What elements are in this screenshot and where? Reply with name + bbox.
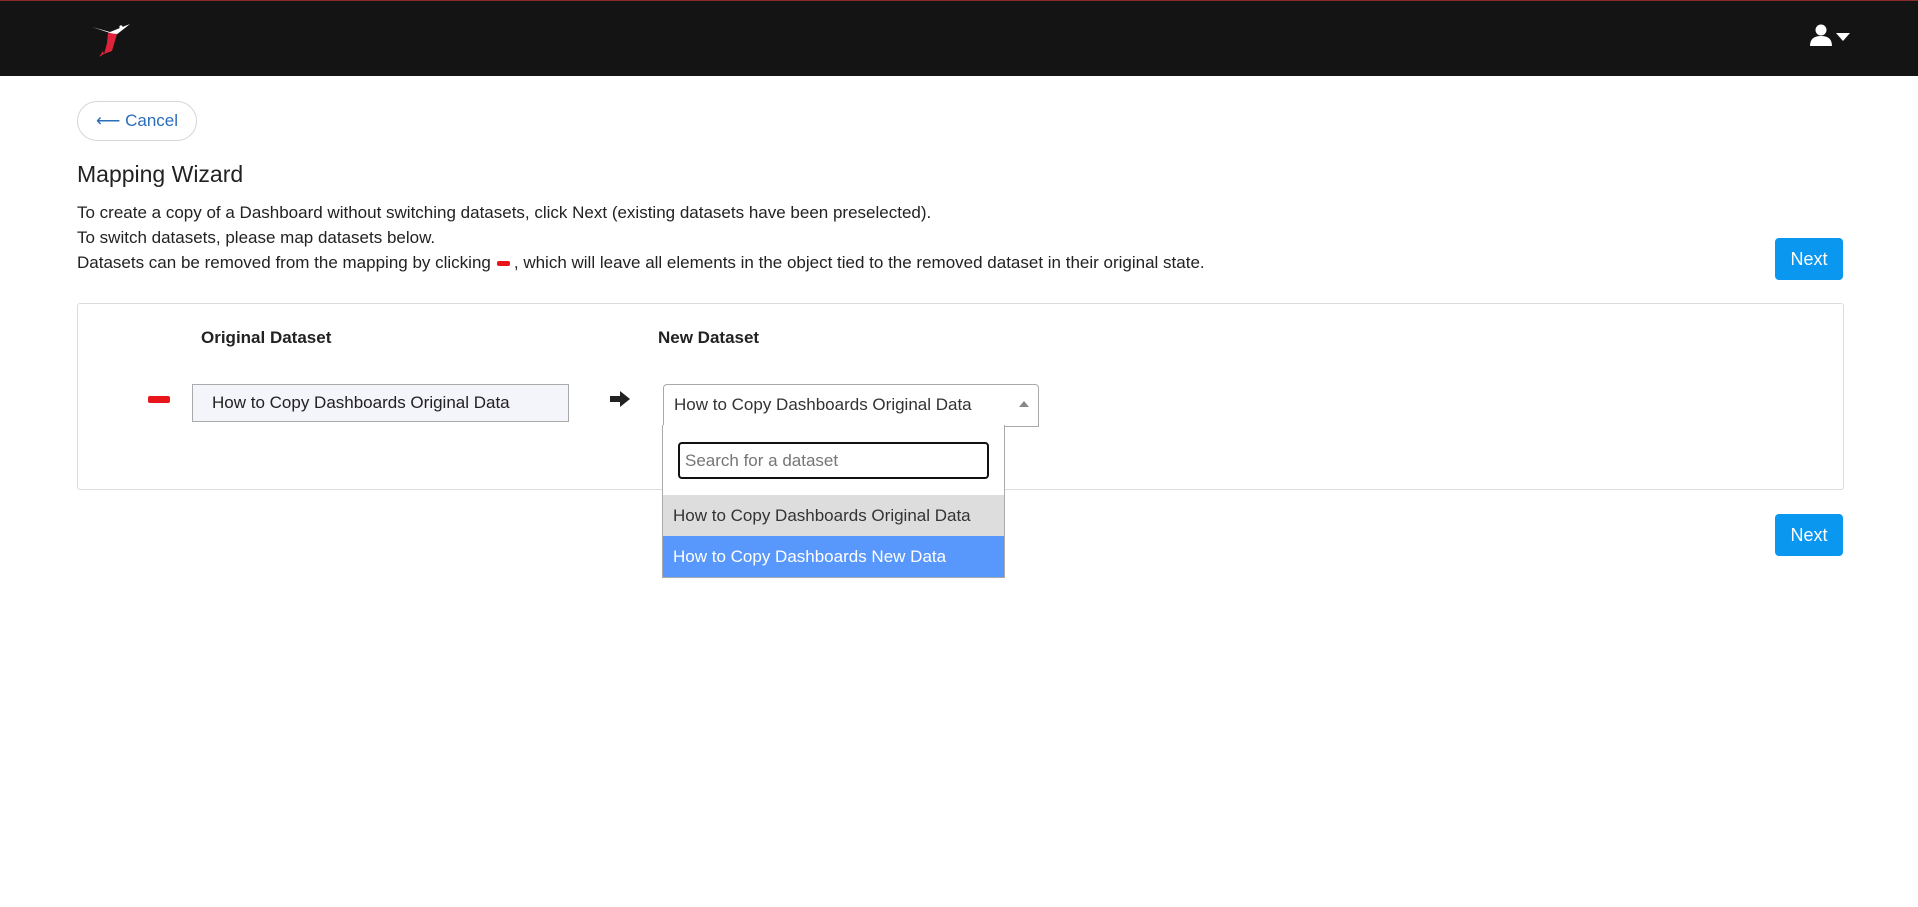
- dropdown-option-original-data[interactable]: How to Copy Dashboards Original Data: [663, 495, 1004, 536]
- arrow-right-icon: [609, 388, 631, 410]
- new-dataset-select[interactable]: How to Copy Dashboards Original Data: [663, 384, 1039, 427]
- caret-down-icon: [1836, 28, 1850, 46]
- caret-up-icon: [1019, 401, 1029, 407]
- instruction-line-3: Datasets can be removed from the mapping…: [77, 250, 1205, 275]
- dropdown-option-new-data[interactable]: How to Copy Dashboards New Data: [663, 536, 1004, 577]
- instruction-line-3-start: Datasets can be removed from the mapping…: [77, 253, 491, 272]
- instruction-line-1: To create a copy of a Dashboard without …: [77, 203, 932, 222]
- instruction-line-3-end: , which will leave all elements in the o…: [513, 253, 1205, 272]
- cancel-button[interactable]: ⟵ Cancel: [77, 101, 198, 141]
- original-dataset-field: How to Copy Dashboards Original Data: [192, 384, 569, 422]
- remove-mapping-button[interactable]: [148, 396, 170, 403]
- new-dataset-selected-value: How to Copy Dashboards Original Data: [674, 395, 972, 414]
- user-menu-button[interactable]: [1810, 24, 1856, 51]
- next-button-top[interactable]: Next: [1775, 238, 1843, 280]
- hummingbird-logo-icon[interactable]: [90, 21, 132, 57]
- next-button-bottom[interactable]: Next: [1775, 514, 1843, 556]
- top-navbar: [0, 0, 1918, 76]
- original-dataset-header: Original Dataset: [201, 328, 332, 347]
- new-dataset-header: New Dataset: [658, 328, 760, 347]
- dataset-dropdown: How to Copy Dashboards Original Data How…: [662, 425, 1005, 578]
- dataset-search-input[interactable]: [678, 442, 989, 479]
- instructions: To create a copy of a Dashboard without …: [77, 200, 1205, 275]
- user-icon: [1810, 24, 1832, 51]
- page-title: Mapping Wizard: [77, 161, 244, 187]
- instruction-line-2: To switch datasets, please map datasets …: [77, 228, 436, 247]
- remove-icon: [496, 261, 510, 267]
